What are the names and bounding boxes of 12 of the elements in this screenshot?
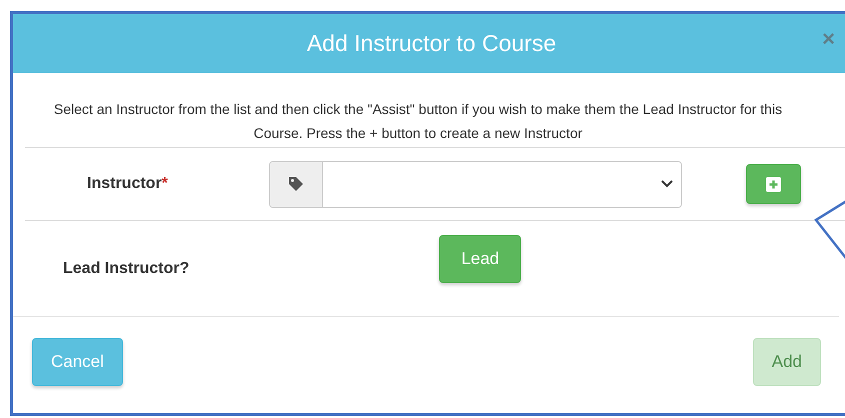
instructions-text: Select an Instructor from the list and then click the "Assist" button if you wish to make them the Lead Instructor for this Course. Press the + button to create a new Instructor	[52, 100, 784, 143]
add-instructor-button[interactable]	[746, 164, 801, 204]
plus-square-icon	[766, 176, 781, 192]
lead-instructor-label: Lead Instructor?	[63, 260, 190, 278]
instructor-select[interactable]	[268, 160, 682, 208]
cancel-button[interactable]: Cancel	[32, 338, 123, 386]
instructor-label: Instructor*	[87, 175, 168, 193]
tag-icon	[288, 176, 304, 192]
dialog-title: Add Instructor to Course	[306, 30, 556, 57]
chevron-down-icon	[660, 180, 673, 188]
lead-button[interactable]: Lead	[439, 234, 522, 282]
close-button[interactable]: ×	[822, 26, 835, 52]
